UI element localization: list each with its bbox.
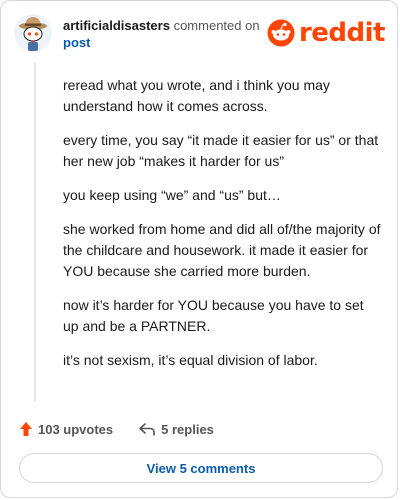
comment-body: reread what you wrote, and i think you m… — [63, 75, 383, 384]
view-comments-button[interactable]: View 5 comments — [19, 453, 383, 483]
upvote-button[interactable]: 103 upvotes — [19, 421, 113, 437]
reddit-logo[interactable]: reddit — [267, 17, 386, 49]
post-link[interactable]: post — [63, 34, 273, 51]
upvote-count: 103 upvotes — [38, 421, 114, 437]
action-text: commented on — [173, 18, 260, 33]
comment-paragraph: now it’s harder for YOU because you have… — [63, 297, 364, 334]
upvote-arrow-icon — [20, 422, 32, 436]
comment-paragraph: reread what you wrote, and i think you m… — [63, 77, 330, 114]
comment-card: artificialdisasters commented on post re… — [0, 0, 398, 498]
comment-paragraph: she worked from home and did all of/the … — [63, 221, 381, 279]
thread-line — [34, 63, 36, 401]
replies-button[interactable]: 5 replies — [138, 422, 214, 437]
avatar[interactable] — [13, 13, 53, 53]
comment-paragraph: it’s not sexism, it’s equal division of … — [63, 352, 318, 368]
comment-actions: 103 upvotes 5 replies — [19, 419, 214, 439]
replies-count: 5 replies — [161, 421, 214, 437]
brand-text: reddit — [298, 18, 386, 48]
comment-header: artificialdisasters commented on post re… — [13, 11, 386, 55]
username-link[interactable]: artificialdisasters — [63, 18, 170, 33]
comment-meta: artificialdisasters commented on post — [63, 17, 273, 51]
comment-paragraph: you keep using “we” and “us” but… — [63, 187, 281, 203]
reddit-alien-icon — [267, 19, 295, 47]
avatar-icon — [14, 14, 52, 52]
comment-paragraph: every time, you say “it made it easier f… — [63, 132, 379, 169]
reply-arrow-icon — [139, 423, 155, 436]
